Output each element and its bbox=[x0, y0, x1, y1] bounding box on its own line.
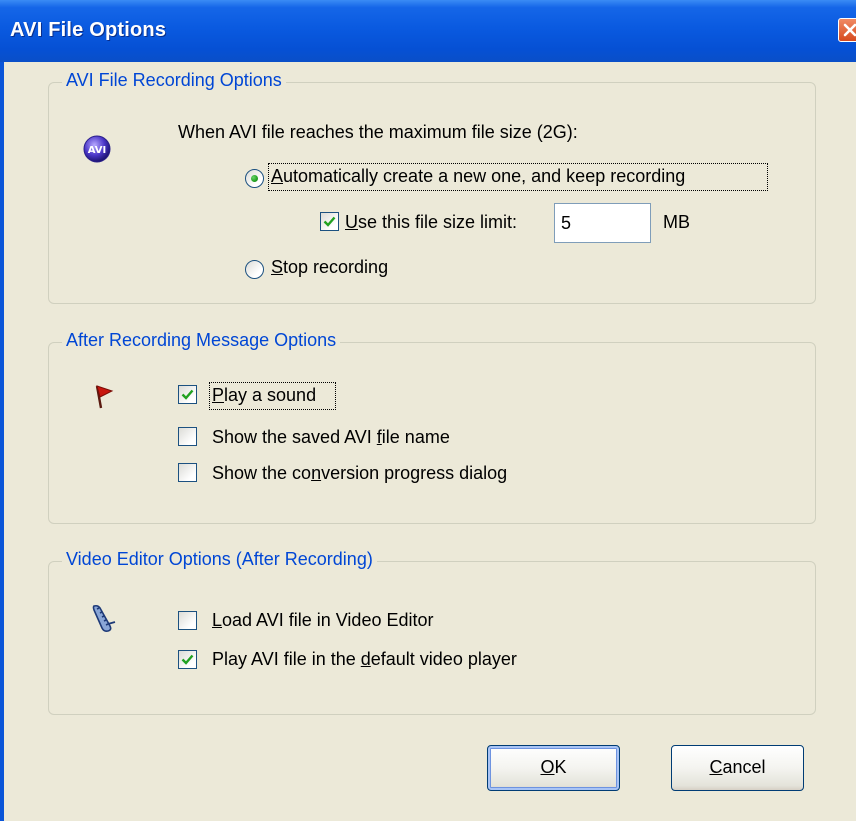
play-sound-checkbox[interactable] bbox=[178, 385, 197, 404]
play-default-label[interactable]: Play AVI file in the default video playe… bbox=[212, 649, 517, 670]
show-progress-checkbox[interactable] bbox=[178, 463, 197, 482]
show-progress-text-pre: Show the co bbox=[212, 463, 312, 483]
film-strip-icon bbox=[88, 602, 118, 634]
check-mark-icon bbox=[323, 216, 336, 227]
title-bar[interactable]: AVI File Options bbox=[0, 0, 856, 62]
play-default-checkbox[interactable] bbox=[178, 650, 197, 669]
auto-create-text: utomatically create a new one, and keep … bbox=[283, 166, 686, 186]
use-limit-text: se this file size limit: bbox=[358, 212, 518, 232]
auto-create-radio[interactable] bbox=[245, 169, 264, 188]
check-mark-icon bbox=[181, 654, 194, 665]
show-file-name-text-pre: Show the saved AVI bbox=[212, 427, 377, 447]
use-limit-label[interactable]: Use this file size limit: bbox=[345, 212, 517, 233]
ok-button[interactable]: OK bbox=[487, 745, 620, 791]
cancel-mnemonic: C bbox=[709, 757, 723, 777]
show-file-name-label[interactable]: Show the saved AVI file name bbox=[212, 427, 450, 448]
editor-options-group bbox=[48, 561, 816, 715]
show-file-name-text-post: ile name bbox=[381, 427, 450, 447]
close-icon bbox=[843, 23, 856, 37]
auto-create-mnemonic: A bbox=[271, 166, 284, 186]
show-progress-mnemonic: n bbox=[311, 463, 322, 483]
play-sound-mnemonic: P bbox=[212, 385, 225, 405]
close-button[interactable] bbox=[838, 18, 856, 42]
dialog-body: AVI File Recording Options AVI When AVI … bbox=[4, 62, 856, 821]
stop-recording-radio[interactable] bbox=[245, 260, 264, 279]
use-limit-checkbox[interactable] bbox=[320, 212, 339, 231]
show-progress-text-post: version progress dialog bbox=[321, 463, 508, 483]
window-title: AVI File Options bbox=[10, 19, 167, 41]
play-default-text-post: efault video player bbox=[370, 649, 517, 669]
show-file-name-checkbox[interactable] bbox=[178, 427, 197, 446]
recording-options-legend: AVI File Recording Options bbox=[62, 70, 286, 91]
stop-text: top recording bbox=[283, 257, 389, 277]
check-mark-icon bbox=[181, 389, 194, 400]
recording-options-group bbox=[48, 82, 816, 304]
stop-recording-label[interactable]: Stop recording bbox=[271, 257, 388, 278]
size-unit-label: MB bbox=[663, 212, 690, 232]
cancel-text: ancel bbox=[722, 757, 766, 777]
load-editor-text: oad AVI file in Video Editor bbox=[222, 610, 434, 630]
max-size-prompt: When AVI file reaches the maximum file s… bbox=[178, 122, 578, 142]
play-sound-text: lay a sound bbox=[224, 385, 317, 405]
auto-create-label[interactable]: Automatically create a new one, and keep… bbox=[271, 166, 685, 187]
ok-mnemonic: O bbox=[540, 757, 555, 777]
message-options-legend: After Recording Message Options bbox=[62, 330, 341, 351]
radio-selected-dot bbox=[251, 175, 258, 182]
use-limit-mnemonic: U bbox=[345, 212, 358, 232]
ok-button-label: OK bbox=[488, 757, 619, 778]
cancel-button[interactable]: Cancel bbox=[671, 745, 804, 791]
load-editor-label[interactable]: Load AVI file in Video Editor bbox=[212, 610, 434, 631]
svg-text:AVI: AVI bbox=[88, 145, 107, 156]
load-editor-checkbox[interactable] bbox=[178, 611, 197, 630]
editor-options-legend: Video Editor Options (After Recording) bbox=[62, 549, 377, 570]
red-flag-icon bbox=[92, 382, 118, 412]
show-progress-label[interactable]: Show the conversion progress dialog bbox=[212, 463, 507, 484]
avi-logo-icon: AVI bbox=[82, 134, 112, 164]
play-default-mnemonic: d bbox=[360, 649, 371, 669]
load-editor-mnemonic: L bbox=[212, 610, 223, 630]
play-sound-label[interactable]: Play a sound bbox=[212, 385, 316, 406]
ok-text: K bbox=[554, 757, 567, 777]
stop-mnemonic: S bbox=[271, 257, 284, 277]
dialog-window: AVI File Options AVI File Recording Opti… bbox=[0, 0, 856, 821]
play-default-text-pre: Play AVI file in the bbox=[212, 649, 361, 669]
cancel-button-label: Cancel bbox=[672, 757, 803, 778]
file-size-input[interactable]: 5 bbox=[554, 203, 651, 243]
